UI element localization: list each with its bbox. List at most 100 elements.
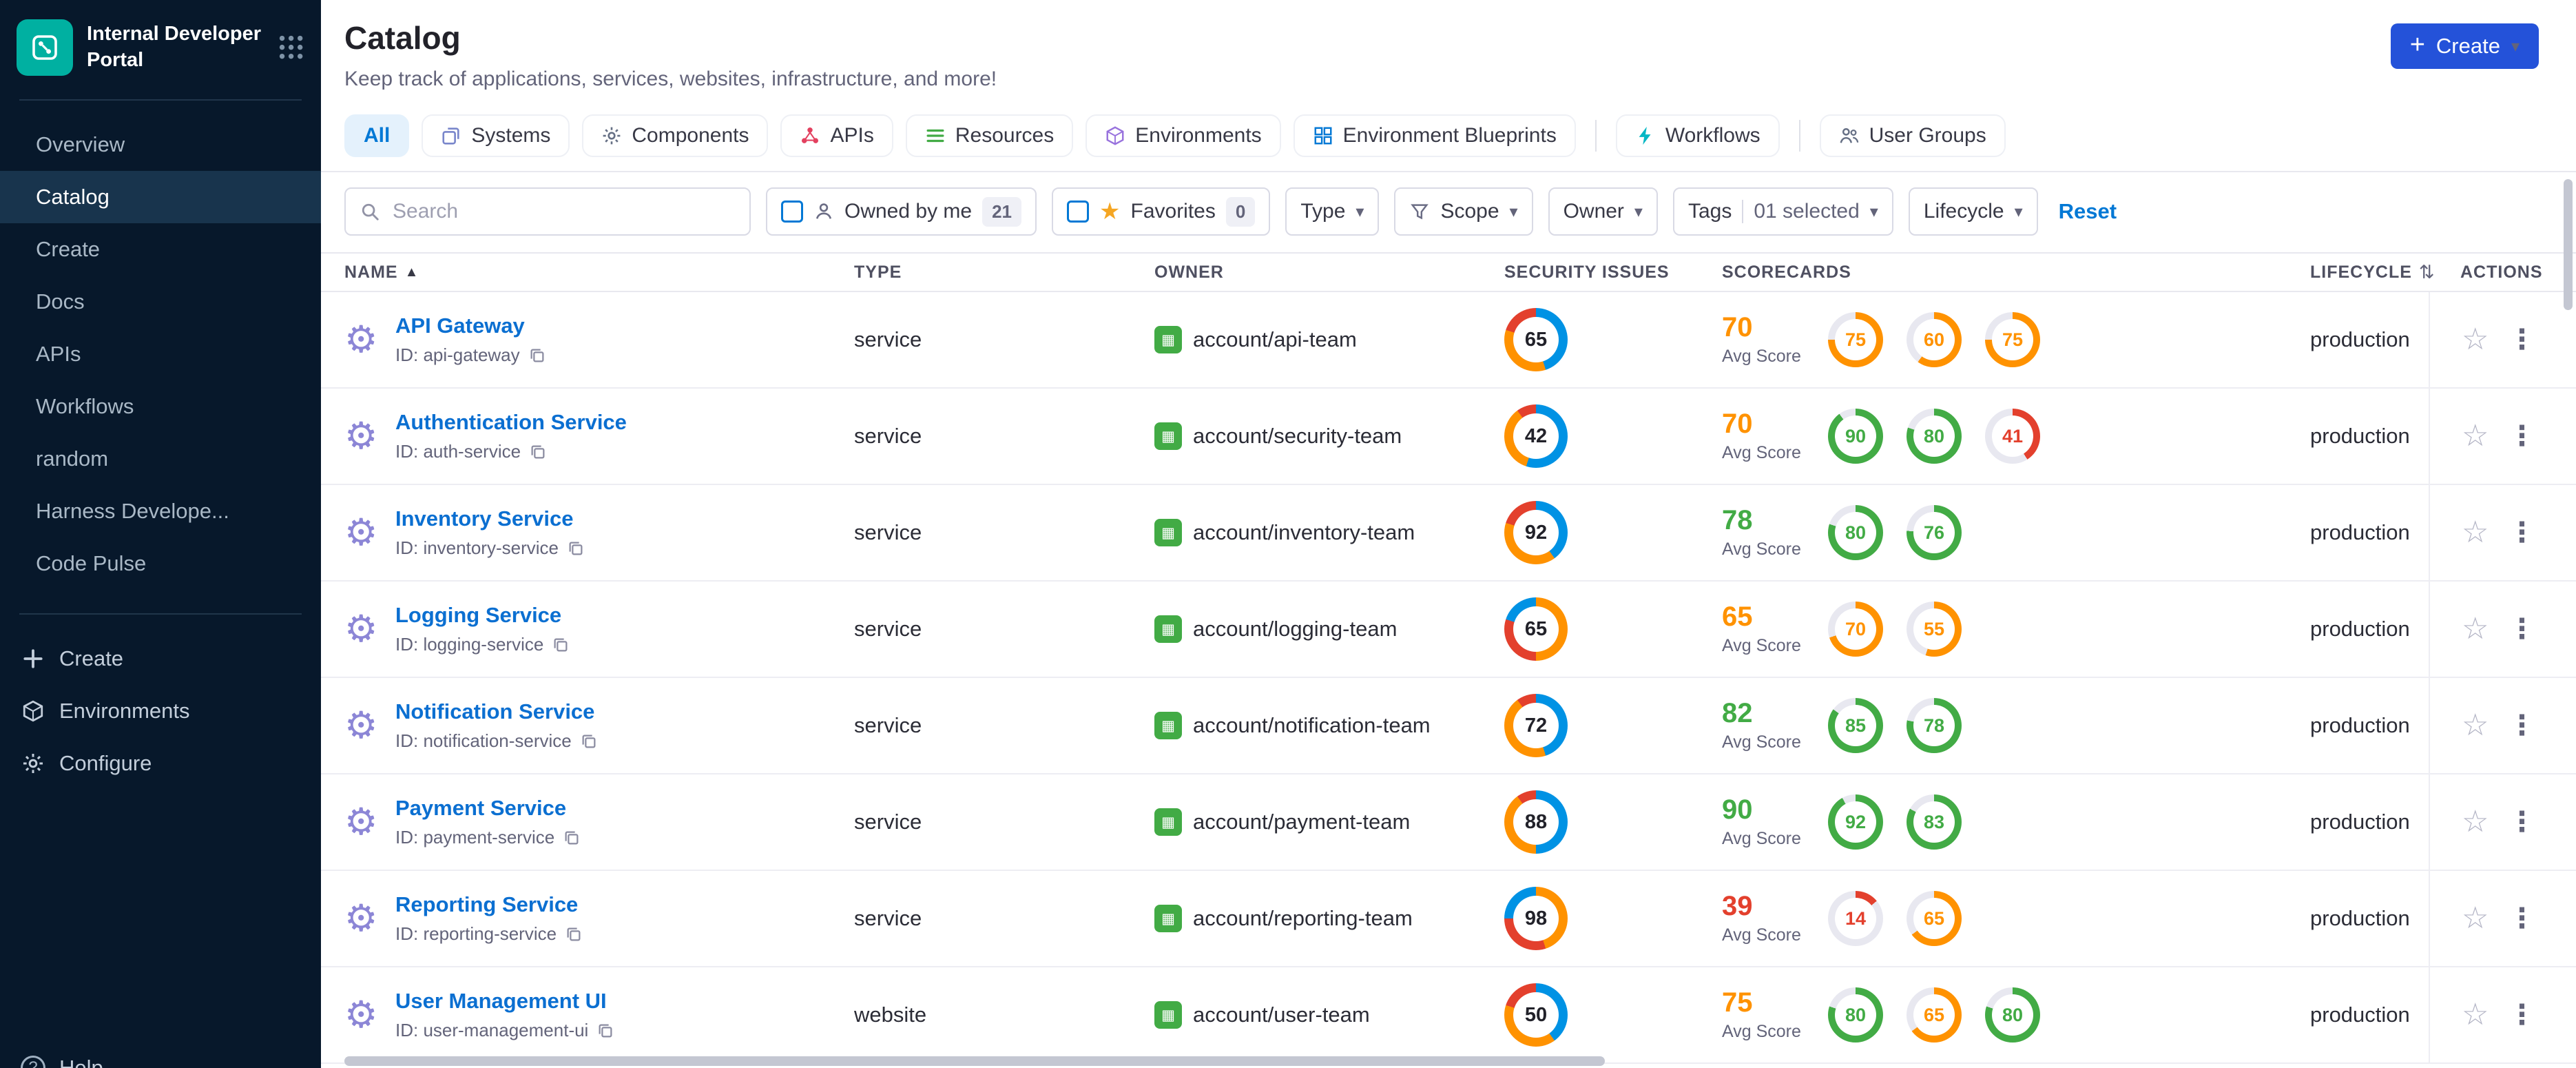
scorecard-ring[interactable]: 70 xyxy=(1828,602,1883,657)
favorite-star-icon[interactable]: ☆ xyxy=(2462,614,2489,644)
copy-icon[interactable] xyxy=(529,443,547,461)
security-issues-donut[interactable]: 50 xyxy=(1504,983,1568,1047)
search-box[interactable] xyxy=(344,187,751,236)
vertical-scrollbar[interactable] xyxy=(2564,179,2573,310)
scorecard-ring[interactable]: 80 xyxy=(1828,505,1883,560)
sidebar-item-catalog[interactable]: Catalog xyxy=(0,171,321,223)
more-actions-icon[interactable]: ⋮ xyxy=(2508,422,2535,450)
scorecard-ring[interactable]: 92 xyxy=(1828,794,1883,850)
entity-name-link[interactable]: Inventory Service xyxy=(395,506,585,531)
scorecard-ring[interactable]: 65 xyxy=(1907,891,1962,946)
sidebar-item-random[interactable]: random xyxy=(0,433,321,485)
tab-all[interactable]: All xyxy=(344,114,410,157)
entity-name-link[interactable]: Notification Service xyxy=(395,699,598,724)
copy-icon[interactable] xyxy=(565,925,583,943)
more-actions-icon[interactable]: ⋮ xyxy=(2508,808,2535,836)
column-header-name[interactable]: NAME ▲ xyxy=(344,263,854,283)
sidebar-item-harness-develope[interactable]: Harness Develope... xyxy=(0,485,321,537)
entity-name-link[interactable]: User Management UI xyxy=(395,989,614,1014)
tab-user-groups[interactable]: User Groups xyxy=(1819,114,2006,157)
scorecard-ring[interactable]: 90 xyxy=(1828,409,1883,464)
scorecard-ring[interactable]: 75 xyxy=(1985,312,2040,367)
entity-name-link[interactable]: Logging Service xyxy=(395,603,570,628)
copy-icon[interactable] xyxy=(567,540,585,557)
scorecard-ring[interactable]: 60 xyxy=(1907,312,1962,367)
favorite-star-icon[interactable]: ☆ xyxy=(2462,421,2489,451)
copy-icon[interactable] xyxy=(528,347,546,364)
sidebar-item-docs[interactable]: Docs xyxy=(0,276,321,328)
entity-name-link[interactable]: API Gateway xyxy=(395,314,546,338)
tab-environments[interactable]: Environments xyxy=(1086,114,1281,157)
entity-name-link[interactable]: Payment Service xyxy=(395,796,581,821)
type-filter-dropdown[interactable]: Type ▾ xyxy=(1285,187,1380,236)
favorite-star-icon[interactable]: ☆ xyxy=(2462,710,2489,741)
sidebar-item-create[interactable]: Create xyxy=(0,223,321,276)
scorecard-ring[interactable]: 80 xyxy=(1907,409,1962,464)
security-issues-donut[interactable]: 65 xyxy=(1504,597,1568,661)
sidebar-item-code-pulse[interactable]: Code Pulse xyxy=(0,537,321,590)
module-switcher-grid-icon[interactable] xyxy=(278,34,304,61)
scorecard-ring[interactable]: 80 xyxy=(1828,987,1883,1043)
tags-filter-dropdown[interactable]: Tags 01 selected ▾ xyxy=(1672,187,1893,236)
tab-apis[interactable]: APIs xyxy=(780,114,893,157)
owner-filter-dropdown[interactable]: Owner ▾ xyxy=(1548,187,1658,236)
sidebar-item-help[interactable]: ? Help xyxy=(0,1042,321,1068)
horizontal-scrollbar[interactable] xyxy=(344,1056,1605,1066)
favorite-star-icon[interactable]: ☆ xyxy=(2462,517,2489,548)
create-button[interactable]: + Create ▾ xyxy=(2390,23,2539,69)
scorecard-ring[interactable]: 80 xyxy=(1985,987,2040,1043)
scorecard-ring[interactable]: 85 xyxy=(1828,698,1883,753)
scorecard-ring[interactable]: 83 xyxy=(1907,794,1962,850)
scorecard-ring[interactable]: 76 xyxy=(1907,505,1962,560)
owned-by-me-filter[interactable]: Owned by me 21 xyxy=(766,187,1037,236)
more-actions-icon[interactable]: ⋮ xyxy=(2508,712,2535,739)
entity-name-link[interactable]: Authentication Service xyxy=(395,410,627,435)
copy-icon[interactable] xyxy=(552,636,570,654)
lifecycle-filter-dropdown[interactable]: Lifecycle ▾ xyxy=(1908,187,2038,236)
scorecard-ring[interactable]: 41 xyxy=(1985,409,2040,464)
security-issues-donut[interactable]: 42 xyxy=(1504,404,1568,468)
sidebar-item-overview[interactable]: Overview xyxy=(0,119,321,171)
favorite-star-icon[interactable]: ☆ xyxy=(2462,325,2489,355)
sidebar-item-apis[interactable]: APIs xyxy=(0,328,321,380)
reset-button[interactable]: Reset xyxy=(2059,199,2117,224)
favorite-star-icon[interactable]: ☆ xyxy=(2462,1000,2489,1030)
scope-filter-dropdown[interactable]: Scope ▾ xyxy=(1394,187,1533,236)
search-input[interactable] xyxy=(391,199,736,224)
sidebar-item-configure[interactable]: Configure xyxy=(0,737,321,790)
entity-name-link[interactable]: Reporting Service xyxy=(395,892,583,917)
security-issues-donut[interactable]: 98 xyxy=(1504,887,1568,950)
more-actions-icon[interactable]: ⋮ xyxy=(2508,1001,2535,1029)
tab-systems[interactable]: Systems xyxy=(422,114,570,157)
tab-workflows[interactable]: Workflows xyxy=(1615,114,1780,157)
more-actions-icon[interactable]: ⋮ xyxy=(2508,519,2535,546)
tab-components[interactable]: Components xyxy=(582,114,769,157)
favorites-checkbox[interactable] xyxy=(1067,201,1090,223)
favorite-star-icon[interactable]: ☆ xyxy=(2462,903,2489,934)
scorecard-ring[interactable]: 55 xyxy=(1907,602,1962,657)
sidebar-item-environments[interactable]: Environments xyxy=(0,685,321,737)
scorecard-ring[interactable]: 14 xyxy=(1828,891,1883,946)
favorites-filter[interactable]: ★ Favorites 0 xyxy=(1052,187,1271,236)
copy-icon[interactable] xyxy=(596,1022,614,1040)
security-issues-donut[interactable]: 72 xyxy=(1504,694,1568,757)
app-logo[interactable] xyxy=(17,19,73,76)
security-issues-donut[interactable]: 88 xyxy=(1504,790,1568,854)
scorecard-ring[interactable]: 78 xyxy=(1907,698,1962,753)
tab-resources[interactable]: Resources xyxy=(905,114,1074,157)
scorecard-ring[interactable]: 75 xyxy=(1828,312,1883,367)
owned-by-me-checkbox[interactable] xyxy=(781,201,803,223)
sidebar-item-workflows[interactable]: Workflows xyxy=(0,380,321,433)
more-actions-icon[interactable]: ⋮ xyxy=(2508,615,2535,643)
scorecard-ring[interactable]: 65 xyxy=(1907,987,1962,1043)
column-header-lifecycle[interactable]: LIFECYCLE ⇅ xyxy=(2310,262,2435,283)
copy-icon[interactable] xyxy=(563,829,581,847)
more-actions-icon[interactable]: ⋮ xyxy=(2508,326,2535,353)
more-actions-icon[interactable]: ⋮ xyxy=(2508,905,2535,932)
tab-environment-blueprints[interactable]: Environment Blueprints xyxy=(1293,114,1576,157)
copy-icon[interactable] xyxy=(580,732,598,750)
security-issues-donut[interactable]: 65 xyxy=(1504,308,1568,371)
security-issues-donut[interactable]: 92 xyxy=(1504,501,1568,564)
sidebar-item-create[interactable]: Create xyxy=(0,633,321,685)
favorite-star-icon[interactable]: ☆ xyxy=(2462,807,2489,837)
